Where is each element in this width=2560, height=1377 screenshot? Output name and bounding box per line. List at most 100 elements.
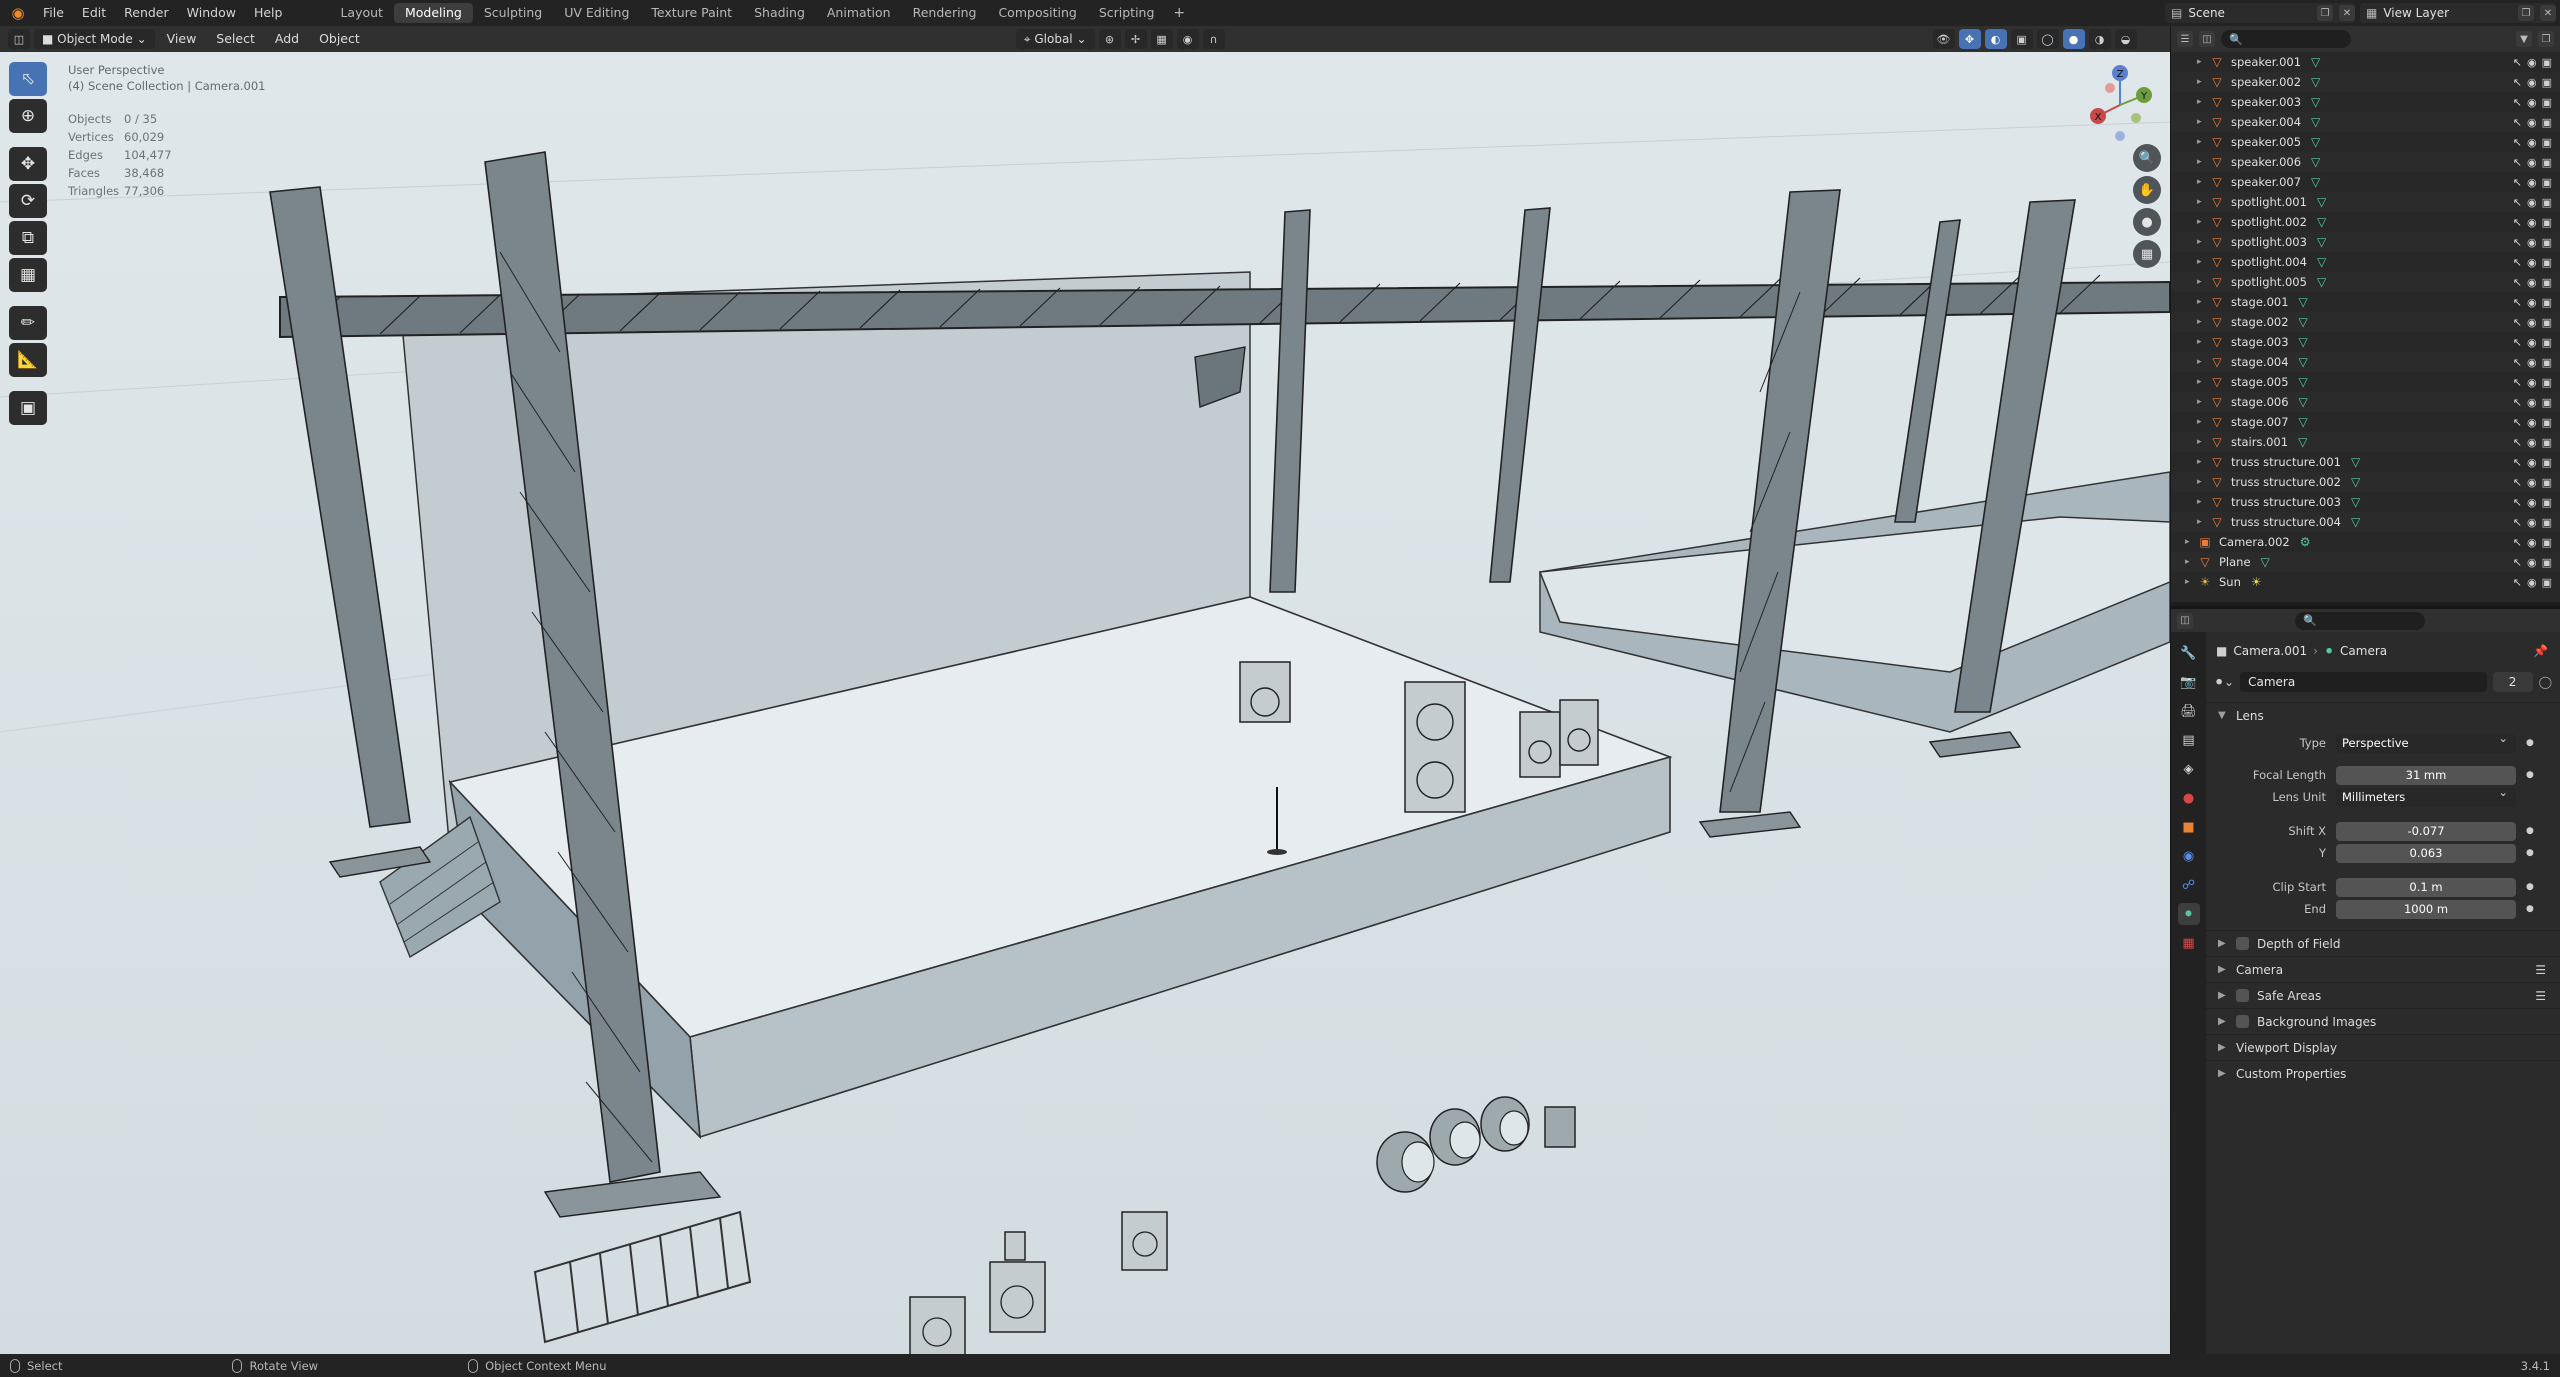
expand-arrow-icon[interactable]: ▸ bbox=[2197, 197, 2209, 207]
tab-rendering[interactable]: Rendering bbox=[902, 3, 988, 23]
selectable-arrow-icon[interactable]: ↖ bbox=[2513, 156, 2522, 169]
selectable-arrow-icon[interactable]: ↖ bbox=[2513, 356, 2522, 369]
copy-scene-icon[interactable]: ❐ bbox=[2317, 5, 2333, 21]
mesh-data-icon[interactable]: ▽ bbox=[2351, 495, 2360, 509]
selectable-arrow-icon[interactable]: ↖ bbox=[2513, 516, 2522, 529]
eye-visibility-icon[interactable]: ◉ bbox=[2527, 416, 2537, 429]
expand-arrow-icon[interactable]: ▸ bbox=[2185, 577, 2197, 587]
selectable-arrow-icon[interactable]: ↖ bbox=[2513, 296, 2522, 309]
render-camera-icon[interactable]: ▣ bbox=[2542, 576, 2552, 589]
outliner-row[interactable]: ▸ ▽ spotlight.002 ▽ ↖ ◉ ▣ bbox=[2171, 212, 2560, 232]
expand-arrow-icon[interactable]: ▸ bbox=[2197, 397, 2209, 407]
outliner-row[interactable]: ▸ ▽ spotlight.005 ▽ ↖ ◉ ▣ bbox=[2171, 272, 2560, 292]
proportional-edit-icon[interactable]: ◉ bbox=[1176, 29, 1199, 49]
expand-arrow-icon[interactable]: ▸ bbox=[2185, 557, 2197, 567]
clip-end-field[interactable]: 1000 m bbox=[2336, 899, 2516, 919]
safe-areas-panel-header[interactable]: ▶ Safe Areas ☰ bbox=[2206, 982, 2560, 1008]
menu-render[interactable]: Render bbox=[115, 0, 178, 26]
selectable-arrow-icon[interactable]: ↖ bbox=[2513, 436, 2522, 449]
render-camera-icon[interactable]: ▣ bbox=[2542, 456, 2552, 469]
mesh-data-icon[interactable]: ▽ bbox=[2351, 475, 2360, 489]
display-mode-icon[interactable]: ◫ bbox=[2199, 31, 2215, 47]
physics-tab-icon[interactable]: ◉ bbox=[2178, 845, 2200, 867]
outliner-row[interactable]: ▸ ▽ speaker.003 ▽ ↖ ◉ ▣ bbox=[2171, 92, 2560, 112]
new-collection-icon[interactable]: ❐ bbox=[2538, 31, 2554, 47]
render-camera-icon[interactable]: ▣ bbox=[2542, 236, 2552, 249]
solid-shading-icon[interactable]: ● bbox=[2062, 29, 2085, 49]
expand-arrow-icon[interactable]: ▸ bbox=[2197, 137, 2209, 147]
selectable-arrow-icon[interactable]: ↖ bbox=[2513, 256, 2522, 269]
render-camera-icon[interactable]: ▣ bbox=[2542, 436, 2552, 449]
eye-visibility-icon[interactable]: ◉ bbox=[2527, 356, 2537, 369]
expand-arrow-icon[interactable]: ▸ bbox=[2197, 477, 2209, 487]
xray-icon[interactable]: ▣ bbox=[2010, 29, 2033, 49]
outliner-row[interactable]: ▸ ▽ stage.004 ▽ ↖ ◉ ▣ bbox=[2171, 352, 2560, 372]
outliner-row[interactable]: ▸ ▽ stage.007 ▽ ↖ ◉ ▣ bbox=[2171, 412, 2560, 432]
expand-arrow-icon[interactable]: ▸ bbox=[2185, 537, 2197, 547]
properties-editor-icon[interactable]: ◫ bbox=[2177, 612, 2193, 629]
datablock-name-field[interactable]: Camera bbox=[2240, 672, 2487, 692]
mesh-data-icon[interactable]: ▽ bbox=[2299, 295, 2308, 309]
outliner-row[interactable]: ▸ ▽ speaker.001 ▽ ↖ ◉ ▣ bbox=[2171, 52, 2560, 72]
blender-logo-icon[interactable]: ◉ bbox=[8, 3, 28, 23]
camera-panel-header[interactable]: ▶ Camera ☰ bbox=[2206, 956, 2560, 982]
expand-arrow-icon[interactable]: ▸ bbox=[2197, 57, 2209, 67]
selectable-arrow-icon[interactable]: ↖ bbox=[2513, 276, 2522, 289]
scene-selector[interactable]: ▤ Scene ❐ ✕ bbox=[2165, 3, 2355, 23]
tool-tab-icon[interactable]: 🔧 bbox=[2178, 642, 2200, 664]
mesh-data-icon[interactable]: ▽ bbox=[2299, 375, 2308, 389]
outliner-row[interactable]: ▸ ▽ truss structure.004 ▽ ↖ ◉ ▣ bbox=[2171, 512, 2560, 532]
wireframe-shading-icon[interactable]: ◯ bbox=[2036, 29, 2059, 49]
selectable-arrow-icon[interactable]: ↖ bbox=[2513, 496, 2522, 509]
mesh-data-icon[interactable]: ▽ bbox=[2351, 455, 2360, 469]
snap-icon[interactable]: ✢ bbox=[1124, 29, 1147, 49]
light-data-icon[interactable]: ☀ bbox=[2251, 575, 2262, 589]
render-camera-icon[interactable]: ▣ bbox=[2542, 476, 2552, 489]
tab-uv-editing[interactable]: UV Editing bbox=[553, 3, 640, 23]
tab-animation[interactable]: Animation bbox=[816, 3, 902, 23]
selectable-arrow-icon[interactable]: ↖ bbox=[2513, 376, 2522, 389]
mesh-data-icon[interactable]: ▽ bbox=[2261, 555, 2270, 569]
presets-list-icon[interactable]: ☰ bbox=[2535, 963, 2546, 977]
selectable-arrow-icon[interactable]: ↖ bbox=[2513, 336, 2522, 349]
selectable-arrow-icon[interactable]: ↖ bbox=[2513, 536, 2522, 549]
snap-target-icon[interactable]: ▦ bbox=[1150, 29, 1173, 49]
ortho-grid-icon[interactable]: ▦ bbox=[2133, 240, 2161, 268]
selectable-arrow-icon[interactable]: ↖ bbox=[2513, 56, 2522, 69]
mesh-data-icon[interactable]: ▽ bbox=[2311, 155, 2320, 169]
outliner-row[interactable]: ▸ ▽ stairs.001 ▽ ↖ ◉ ▣ bbox=[2171, 432, 2560, 452]
cursor-tool[interactable]: ⊕ bbox=[9, 99, 47, 133]
rotate-tool[interactable]: ⟳ bbox=[9, 184, 47, 218]
eye-visibility-icon[interactable]: ◉ bbox=[2527, 276, 2537, 289]
eye-visibility-icon[interactable]: ◉ bbox=[2527, 76, 2537, 89]
outliner-row[interactable]: ▸ ▽ speaker.006 ▽ ↖ ◉ ▣ bbox=[2171, 152, 2560, 172]
menu-add[interactable]: Add bbox=[267, 29, 307, 49]
eye-visibility-icon[interactable]: ◉ bbox=[2527, 536, 2537, 549]
constraints-tab-icon[interactable]: ☍ bbox=[2178, 874, 2200, 896]
gizmo-toggle-icon[interactable]: ✥ bbox=[1958, 29, 1981, 49]
render-camera-icon[interactable]: ▣ bbox=[2542, 196, 2552, 209]
render-camera-icon[interactable]: ▣ bbox=[2542, 416, 2552, 429]
move-tool[interactable]: ✥ bbox=[9, 147, 47, 181]
expand-arrow-icon[interactable]: ▸ bbox=[2197, 517, 2209, 527]
pivot-icon[interactable]: ⊛ bbox=[1098, 29, 1121, 49]
eye-visibility-icon[interactable]: ◉ bbox=[2527, 296, 2537, 309]
mesh-data-icon[interactable]: ▽ bbox=[2299, 335, 2308, 349]
expand-arrow-icon[interactable]: ▸ bbox=[2197, 177, 2209, 187]
eye-visibility-icon[interactable]: ◉ bbox=[2527, 316, 2537, 329]
focal-length-field[interactable]: 31 mm bbox=[2336, 765, 2516, 785]
eye-visibility-icon[interactable]: ◉ bbox=[2527, 156, 2537, 169]
selectable-arrow-icon[interactable]: ↖ bbox=[2513, 476, 2522, 489]
expand-arrow-icon[interactable]: ▸ bbox=[2197, 297, 2209, 307]
outliner-row[interactable]: ▸ ▽ stage.003 ▽ ↖ ◉ ▣ bbox=[2171, 332, 2560, 352]
clip-start-field[interactable]: 0.1 m bbox=[2336, 877, 2516, 897]
outliner-row[interactable]: ▸ ▽ truss structure.001 ▽ ↖ ◉ ▣ bbox=[2171, 452, 2560, 472]
selectable-arrow-icon[interactable]: ↖ bbox=[2513, 96, 2522, 109]
mesh-data-icon[interactable]: ▽ bbox=[2299, 395, 2308, 409]
lens-panel-header[interactable]: ▼ Lens bbox=[2206, 702, 2560, 728]
add-workspace-button[interactable]: + bbox=[1165, 5, 1193, 21]
falloff-icon[interactable]: ∩ bbox=[1202, 29, 1225, 49]
outliner-row[interactable]: ▸ ▽ spotlight.004 ▽ ↖ ◉ ▣ bbox=[2171, 252, 2560, 272]
tab-compositing[interactable]: Compositing bbox=[987, 3, 1087, 23]
lens-type-dropdown[interactable]: Perspective bbox=[2336, 731, 2516, 753]
